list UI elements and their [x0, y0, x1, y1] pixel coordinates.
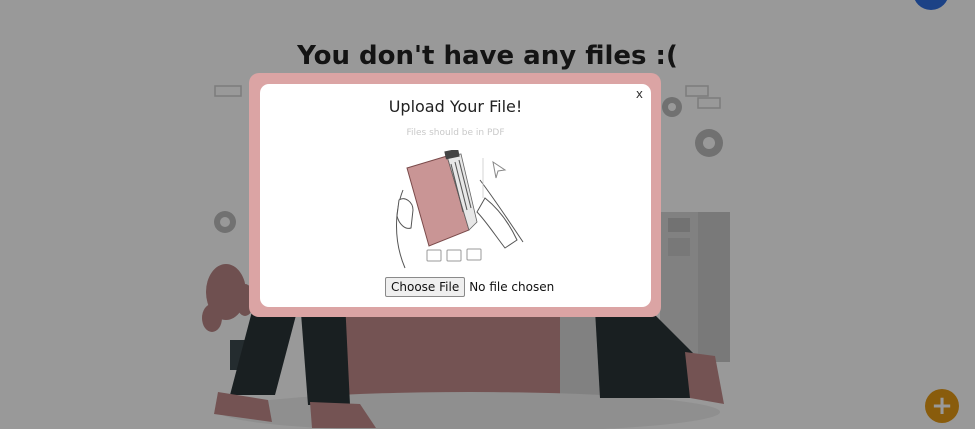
- file-input[interactable]: Choose File No file chosen: [385, 277, 554, 297]
- upload-modal: x Upload Your File! Files should be in P…: [260, 84, 651, 307]
- file-status: No file chosen: [469, 280, 555, 294]
- upload-illustration: [396, 150, 524, 269]
- modal-title: Upload Your File!: [388, 97, 523, 116]
- modal-subtitle: Files should be in PDF: [406, 128, 505, 138]
- choose-file-button[interactable]: Choose File: [385, 277, 466, 297]
